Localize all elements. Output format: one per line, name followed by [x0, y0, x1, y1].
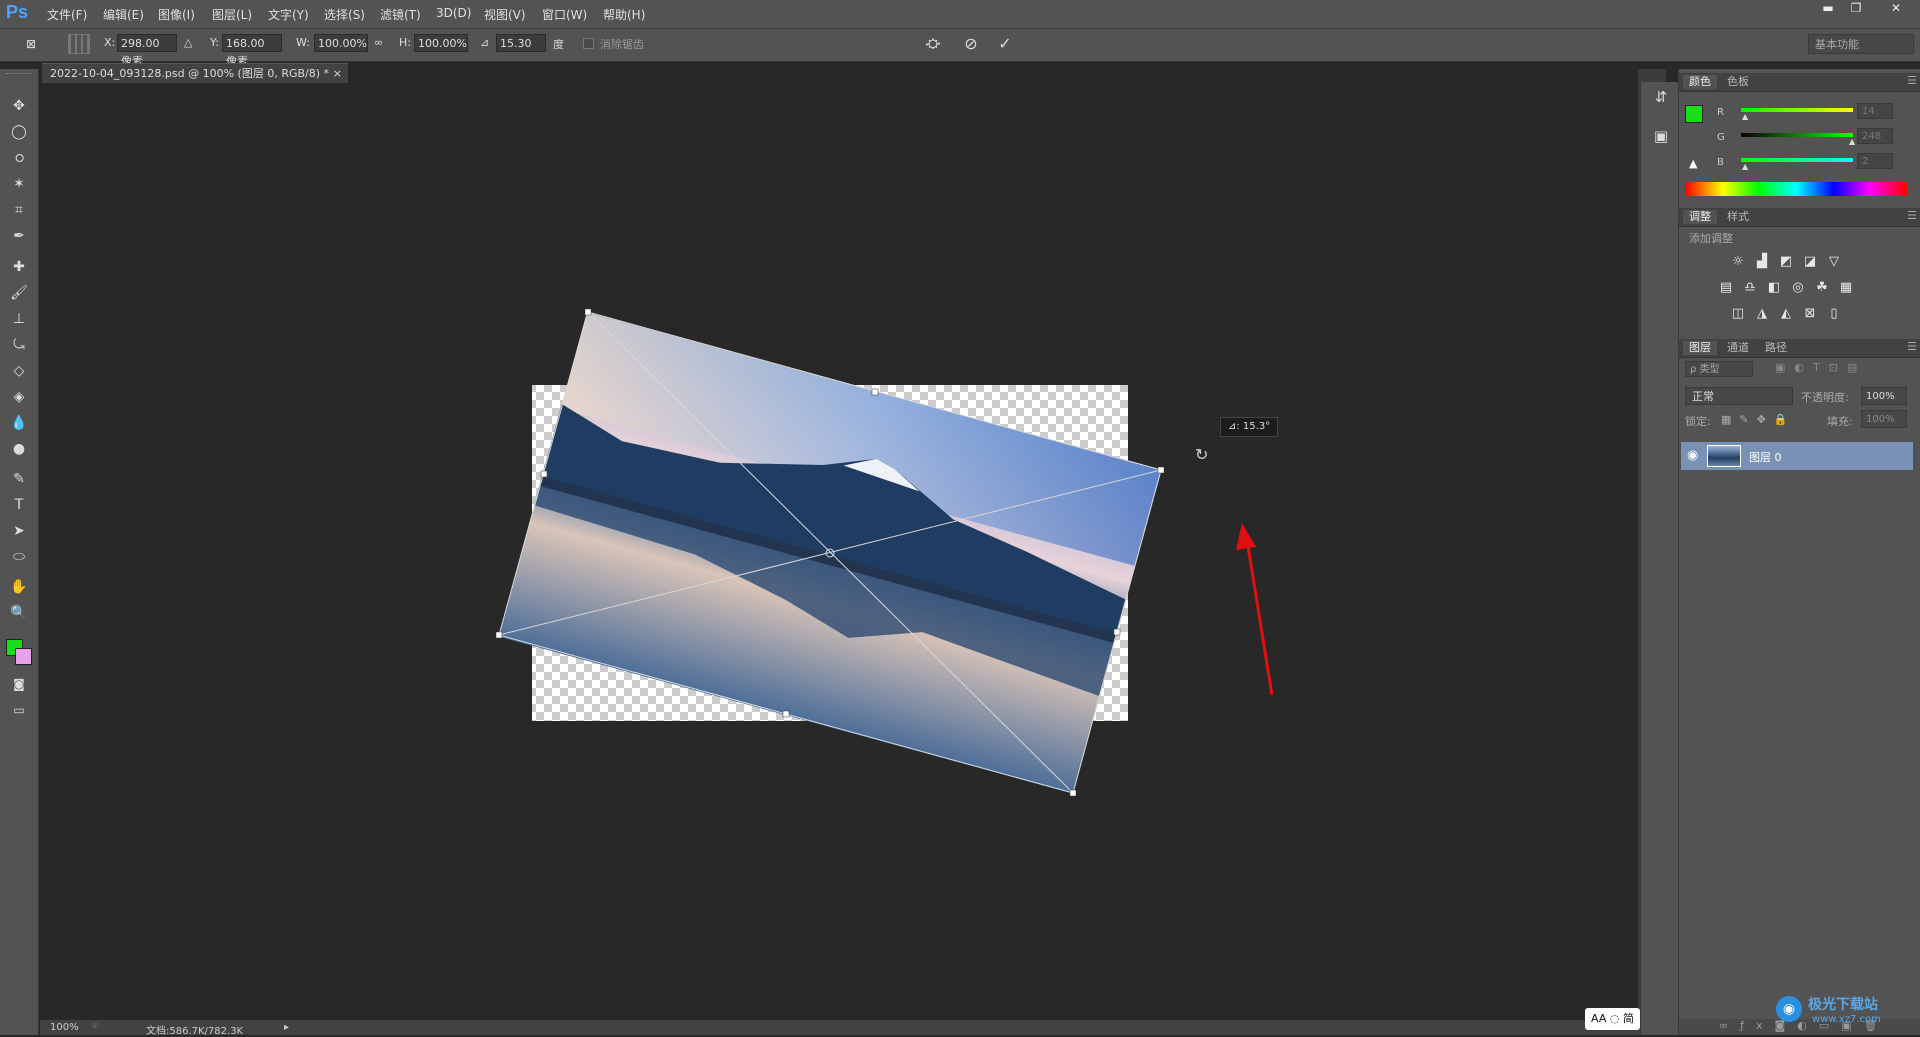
invert-icon[interactable]: ◫	[1729, 306, 1747, 322]
lock-label: 锁定:	[1685, 415, 1711, 428]
channel-mixer-icon[interactable]: ☘	[1813, 280, 1831, 296]
status-menu-arrow-icon[interactable]: ▸	[284, 1022, 289, 1033]
canvas-svg: ↻	[495, 308, 1274, 797]
annotation-arrow	[1236, 523, 1274, 696]
g-slider[interactable]	[1741, 133, 1853, 137]
watermark-logo-icon: ◉	[1776, 996, 1802, 1022]
right-panels: 颜色 色板 ☰ ▲ R ▲ 14 G ▲ 248 B ▲ 2 调整 样式 ☰ 添…	[1678, 69, 1920, 1035]
black-white-icon[interactable]: ◧	[1765, 280, 1783, 296]
visibility-eye-icon[interactable]: ◉	[1687, 448, 1698, 463]
posterize-icon[interactable]: ◮	[1753, 306, 1771, 322]
g-slider-thumb[interactable]: ▲	[1849, 137, 1855, 146]
properties-panel-icon[interactable]: ▣	[1651, 127, 1671, 147]
levels-icon[interactable]: ▟	[1753, 254, 1771, 270]
layer-filter-select[interactable]: ρ 类型	[1685, 361, 1753, 377]
vibrance-icon[interactable]: ▽	[1825, 254, 1843, 270]
zoom-level[interactable]: 100%	[50, 1022, 79, 1033]
r-value-field[interactable]: 14	[1857, 103, 1893, 119]
watermark-text: 极光下载站	[1808, 997, 1878, 1013]
opacity-field[interactable]: 100%	[1861, 387, 1907, 405]
status-export-icon[interactable]: ⌾	[92, 1021, 98, 1032]
gradient-map-icon[interactable]: ▯	[1825, 306, 1843, 322]
opacity-label: 不透明度:	[1801, 391, 1849, 404]
adjustments-menu-icon[interactable]: ☰	[1907, 209, 1917, 222]
watermark-url: www.xz7.com	[1812, 1014, 1881, 1025]
tab-layers[interactable]: 图层	[1683, 341, 1717, 355]
g-value-field[interactable]: 248	[1857, 128, 1893, 144]
r-channel-label: R	[1717, 107, 1724, 118]
layers-menu-icon[interactable]: ☰	[1907, 340, 1917, 353]
fill-field[interactable]: 100%	[1861, 410, 1907, 428]
brightness-icon[interactable]: ☼	[1729, 254, 1747, 270]
fill-label: 填充:	[1827, 415, 1853, 428]
rotation-tooltip: ⊿: 15.3°	[1220, 417, 1279, 437]
threshold-icon[interactable]: ◭	[1777, 306, 1795, 322]
layer-row[interactable]: ◉ 图层 0	[1681, 442, 1913, 470]
status-bar: 100% ⌾ 文档:586.7K/782.3K ▸	[40, 1020, 1640, 1037]
tab-color[interactable]: 颜色	[1683, 75, 1717, 89]
rotate-cursor-icon: ↻	[1195, 445, 1208, 464]
blend-mode-select[interactable]: 正常	[1685, 387, 1793, 405]
add-adjustment-label: 添加调整	[1689, 232, 1733, 245]
exposure-icon[interactable]: ◪	[1801, 254, 1819, 270]
ime-indicator[interactable]: AA ◌ 简	[1585, 1008, 1640, 1030]
tab-adjustments[interactable]: 调整	[1683, 210, 1717, 224]
layers-panel-header: 图层 通道 路径 ☰	[1679, 339, 1920, 358]
g-channel-label: G	[1717, 132, 1725, 143]
color-panel-foreground-swatch[interactable]	[1685, 105, 1703, 123]
r-slider[interactable]	[1741, 108, 1853, 112]
gamut-warning-icon[interactable]: ▲	[1689, 157, 1697, 170]
tab-swatches[interactable]: 色板	[1721, 75, 1755, 89]
tab-paths[interactable]: 路径	[1759, 341, 1793, 355]
b-slider[interactable]	[1741, 158, 1853, 162]
layer-filter-icons[interactable]: ▣◐T⊡▤	[1775, 361, 1866, 374]
layer-thumbnail[interactable]	[1707, 445, 1741, 467]
watermark: ◉ 极光下载站 www.xz7.com	[1776, 994, 1916, 1030]
r-slider-thumb[interactable]: ▲	[1742, 112, 1748, 121]
b-value-field[interactable]: 2	[1857, 153, 1893, 169]
color-panel-header: 颜色 色板 ☰	[1679, 73, 1920, 92]
lock-icons[interactable]: ▦✎✥🔒	[1721, 413, 1796, 426]
color-lookup-icon[interactable]: ▦	[1837, 280, 1855, 296]
photo-filter-icon[interactable]: ◎	[1789, 280, 1807, 296]
tab-styles[interactable]: 样式	[1721, 210, 1755, 224]
history-panel-icon[interactable]: ⇵	[1651, 88, 1671, 108]
color-spectrum-bar[interactable]	[1685, 182, 1907, 196]
layer-name[interactable]: 图层 0	[1749, 449, 1782, 465]
panel-menu-icon[interactable]: ☰	[1907, 74, 1917, 87]
hue-saturation-icon[interactable]: ▤	[1717, 280, 1735, 296]
color-balance-icon[interactable]: ♎	[1741, 280, 1759, 296]
b-channel-label: B	[1717, 157, 1724, 168]
selective-color-icon[interactable]: ⊠	[1801, 306, 1819, 322]
adjustments-panel-header: 调整 样式 ☰	[1679, 208, 1920, 227]
collapsed-panel-dock: ⇵ ▣	[1640, 82, 1681, 1035]
tab-channels[interactable]: 通道	[1721, 341, 1755, 355]
curves-icon[interactable]: ◩	[1777, 254, 1795, 270]
b-slider-thumb[interactable]: ▲	[1742, 162, 1748, 171]
